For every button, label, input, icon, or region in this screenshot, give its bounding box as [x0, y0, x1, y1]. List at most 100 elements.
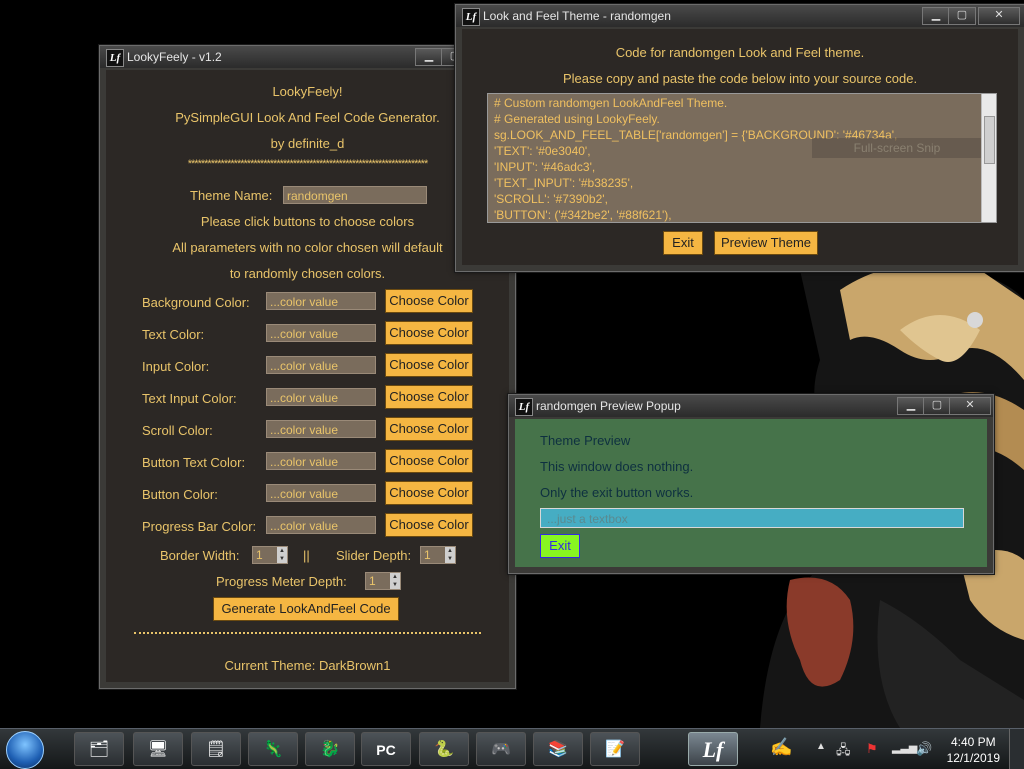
preview-exit-button[interactable]: Exit [540, 534, 580, 558]
code-line: 'TEXT_INPUT': '#b38235', [494, 176, 634, 190]
separator-text: || [303, 548, 310, 563]
code-line: 'BUTTON': ('#342be2', '#88f621'), [494, 208, 672, 222]
preview-textbox[interactable]: ...just a textbox [540, 508, 964, 528]
border-width-spinner[interactable]: 1 ▲ ▼ [252, 546, 288, 564]
clock-time: 4:40 PM [950, 735, 996, 749]
choose-text-color-button[interactable]: Choose Color [385, 321, 473, 345]
action-center-flag-icon[interactable]: ⚑ [866, 741, 878, 757]
choose-background-color-button[interactable]: Choose Color [385, 289, 473, 313]
generate-lookandfeel-code-button[interactable]: Generate LookAndFeel Code [213, 597, 399, 621]
choose-input-color-button[interactable]: Choose Color [385, 353, 473, 377]
winrar-icon[interactable]: 📚 [533, 732, 583, 766]
volume-icon[interactable]: 🔊 [916, 741, 932, 757]
spinner-arrows-icon[interactable]: ▲ ▼ [390, 573, 400, 589]
spinner-arrows-icon[interactable]: ▲ ▼ [445, 547, 455, 563]
choose-button-text-color-button[interactable]: Choose Color [385, 449, 473, 473]
minimize-button[interactable]: ▁ [897, 397, 925, 415]
lookyfeely-app-icon: Lf [515, 398, 533, 416]
show-desktop-button[interactable] [1009, 729, 1024, 769]
code-line: 'INPUT': '#46adc3', [494, 160, 596, 174]
star-divider: ****************************************… [187, 158, 429, 170]
text-input-color-label: Text Input Color: [142, 391, 237, 406]
text-input-color-input[interactable]: ...color value [266, 388, 376, 406]
spinner-arrows-icon[interactable]: ▲ ▼ [277, 547, 287, 563]
signal-bars-icon[interactable]: ▂▃▅ [892, 741, 917, 754]
close-button[interactable]: ✕ [949, 397, 991, 415]
preview-text-2: Only the exit button works. [540, 485, 694, 500]
scroll-color-input[interactable]: ...color value [266, 420, 376, 438]
notepad-icon[interactable]: 📝 [590, 732, 640, 766]
progress-meter-depth-value: 1 [369, 574, 376, 588]
lookyfeely-icon[interactable]: Lf [688, 732, 738, 766]
slider-depth-spinner[interactable]: 1 ▲ ▼ [420, 546, 456, 564]
file-explorer-icon[interactable]: 🗂 [74, 732, 124, 766]
choose-progress-bar-color-button[interactable]: Choose Color [385, 513, 473, 537]
system-clock[interactable]: 4:40 PM 12/1/2019 [947, 734, 1000, 766]
progress-meter-depth-spinner[interactable]: 1 ▲ ▼ [365, 572, 401, 590]
text-color-input[interactable]: ...color value [266, 324, 376, 342]
background-color-label: Background Color: [142, 295, 250, 310]
show-hidden-icons-icon[interactable]: ▲ [816, 741, 826, 752]
theme-name-input[interactable]: randomgen [283, 186, 427, 204]
lookyfeely-app-icon: Lf [106, 49, 124, 67]
lookyfeely-window: Lf LookyFeely - v1.2 ▁ ▢ LookyFeely! PyS… [99, 45, 516, 689]
exit-button[interactable]: Exit [663, 231, 703, 255]
start-button[interactable] [6, 731, 44, 769]
preview-text-1: This window does nothing. [540, 459, 694, 474]
instruction-text-2: All parameters with no color chosen will… [172, 240, 443, 255]
code-window-titlebar[interactable]: Lf Look and Feel Theme - randomgen ▁ ▢ ✕ [456, 5, 1024, 27]
code-heading: Code for randomgen Look and Feel theme. [615, 45, 865, 60]
preview-heading: Theme Preview [540, 433, 631, 448]
instruction-text-3: to randomly chosen colors. [229, 266, 386, 281]
preview-popup-title: randomgen Preview Popup [536, 399, 681, 413]
minimize-button[interactable]: ▁ [415, 48, 443, 66]
background-color-input[interactable]: ...color value [266, 292, 376, 310]
system-monitor-icon[interactable]: 🖥 [133, 732, 183, 766]
network-device-icon[interactable]: 🖧 [836, 741, 851, 763]
text-color-label: Text Color: [142, 327, 205, 342]
minimize-button[interactable]: ▁ [922, 7, 950, 25]
code-instruction: Please copy and paste the code below int… [562, 71, 918, 86]
lookyfeely-body: LookyFeely! PySimpleGUI Look And Feel Co… [106, 70, 509, 682]
maximize-button[interactable]: ▢ [923, 397, 951, 415]
handwriting-icon[interactable]: ✍ [770, 737, 792, 758]
border-width-label: Border Width: [160, 548, 240, 563]
dragon-icon[interactable]: 🐉 [305, 732, 355, 766]
code-scrollbar[interactable] [981, 94, 996, 222]
code-window-title: Look and Feel Theme - randomgen [483, 9, 671, 23]
choose-button-color-button[interactable]: Choose Color [385, 481, 473, 505]
full-screen-snip-hint: Full-screen Snip [812, 138, 982, 158]
progress-bar-color-label: Progress Bar Color: [142, 519, 257, 534]
code-line: 'SCROLL': '#7390b2', [494, 192, 608, 206]
code-textarea[interactable]: # Custom randomgen LookAndFeel Theme. # … [487, 93, 997, 223]
code-window-body: Code for randomgen Look and Feel theme. … [462, 29, 1018, 265]
python-icon[interactable]: 🐍 [419, 732, 469, 766]
close-button[interactable]: ✕ [978, 7, 1020, 25]
button-text-color-input[interactable]: ...color value [266, 452, 376, 470]
progress-bar-color-input[interactable]: ...color value [266, 516, 376, 534]
pycharm-icon[interactable]: PC [361, 732, 411, 766]
lookyfeely-window-title: LookyFeely - v1.2 [127, 50, 222, 64]
preview-popup-body: Theme Preview This window does nothing. … [515, 419, 987, 567]
app-author: by definite_d [270, 136, 345, 151]
input-color-input[interactable]: ...color value [266, 356, 376, 374]
sticky-notes-icon[interactable]: 🗒 [191, 732, 241, 766]
app-subtitle: PySimpleGUI Look And Feel Code Generator… [175, 110, 440, 125]
preview-theme-button[interactable]: Preview Theme [714, 231, 818, 255]
maximize-button[interactable]: ▢ [948, 7, 976, 25]
choose-text-input-color-button[interactable]: Choose Color [385, 385, 473, 409]
button-color-input[interactable]: ...color value [266, 484, 376, 502]
code-line: # Generated using LookyFeely. [494, 112, 660, 126]
slider-depth-value: 1 [424, 548, 431, 562]
lookyfeely-app-icon: Lf [462, 8, 480, 26]
button-text-color-label: Button Text Color: [142, 455, 246, 470]
clock-date: 12/1/2019 [946, 751, 1000, 765]
lookyfeely-titlebar[interactable]: Lf LookyFeely - v1.2 ▁ ▢ [100, 46, 515, 68]
xbox-icon[interactable]: 🎮 [476, 732, 526, 766]
preview-popup-titlebar[interactable]: Lf randomgen Preview Popup ▁ ▢ ✕ [509, 395, 993, 417]
instruction-text-1: Please click buttons to choose colors [200, 214, 415, 229]
code-scrollbar-thumb[interactable] [984, 116, 995, 164]
button-color-label: Button Color: [142, 487, 218, 502]
chameleon-icon[interactable]: 🦎 [248, 732, 298, 766]
choose-scroll-color-button[interactable]: Choose Color [385, 417, 473, 441]
